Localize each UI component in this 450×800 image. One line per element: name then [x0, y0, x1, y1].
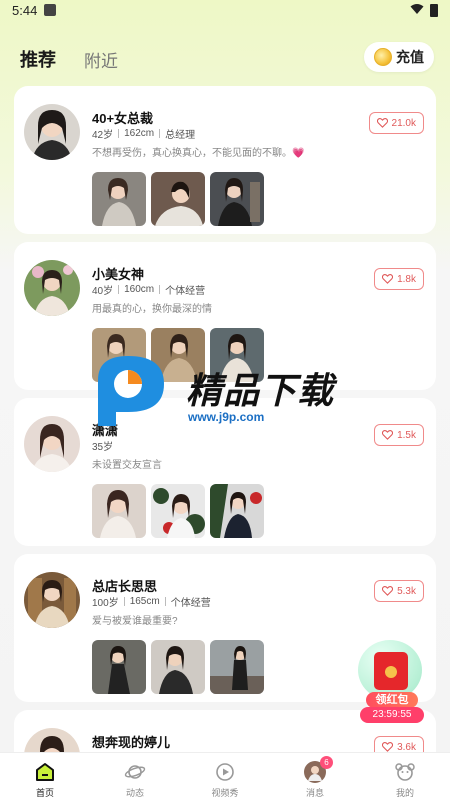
- nav-label: 视频秀: [211, 788, 239, 798]
- profile-name: 小美女神: [92, 267, 145, 282]
- profile-name: 总店长思思: [92, 579, 158, 594]
- watermark: 精品下载 www.j9p.com: [88, 350, 358, 430]
- heart-icon: [382, 274, 394, 284]
- like-count: 21.0k: [391, 117, 416, 129]
- profile-meta: 35岁: [92, 438, 113, 453]
- profile-job: 个体经营: [170, 598, 211, 609]
- like-button[interactable]: 1.5k: [374, 424, 424, 446]
- nav-label: 我的: [395, 788, 414, 798]
- photo-strip: [92, 484, 264, 538]
- like-count: 5.3k: [397, 585, 416, 597]
- photo-thumbnail[interactable]: [151, 172, 205, 226]
- nav-video[interactable]: 视频秀: [180, 753, 270, 800]
- profile-bio: 不想再受伤，真心换真心，不能见面的不聊。💗: [92, 148, 305, 159]
- profile-name: 想奔现的婷儿: [92, 735, 171, 750]
- photo-thumbnail[interactable]: [151, 484, 205, 538]
- heart-icon: [382, 742, 394, 752]
- recharge-button[interactable]: 充值: [364, 42, 434, 72]
- tab-recommend[interactable]: 推荐: [20, 46, 56, 72]
- profile-height: 162cm: [124, 128, 155, 139]
- video-icon: [216, 763, 234, 781]
- watermark-title: 精品下载: [186, 370, 335, 411]
- nav-label: 动态: [125, 788, 144, 798]
- watermark-logo-icon: [98, 356, 164, 426]
- profile-age: 40岁: [92, 286, 114, 297]
- photo-strip: [92, 640, 264, 694]
- red-envelope-icon: [374, 652, 408, 690]
- red-packet-timer: 23:59:55: [360, 707, 424, 723]
- profile-meta: 100岁 165cm 个体经营: [92, 594, 211, 609]
- nav-label: 消息: [305, 788, 324, 798]
- profile-name: 40+女总裁: [92, 111, 154, 126]
- profile-age: 100岁: [92, 598, 119, 609]
- profile-age: 35岁: [92, 442, 114, 453]
- like-count: 1.5k: [397, 429, 416, 441]
- photo-thumbnail[interactable]: [210, 172, 264, 226]
- photo-thumbnail[interactable]: [92, 484, 146, 538]
- profile-job: 个体经营: [165, 286, 206, 297]
- profile-bio: 用最真的心，换你最深的情: [92, 304, 212, 315]
- heart-icon: [382, 430, 394, 440]
- photo-strip: [92, 172, 264, 226]
- profile-bio: 未设置交友宣言: [92, 460, 162, 471]
- top-tabs: 推荐 附近: [20, 44, 118, 72]
- like-button[interactable]: 1.8k: [374, 268, 424, 290]
- home-icon: [36, 763, 54, 781]
- photo-thumbnail[interactable]: [210, 484, 264, 538]
- status-time: 5:44: [12, 3, 38, 18]
- wifi-icon: [410, 4, 424, 14]
- nav-profile[interactable]: 我的: [360, 753, 450, 800]
- watermark-url: www.j9p.com: [188, 410, 265, 424]
- profile-meta: 42岁 162cm 总经理: [92, 126, 195, 141]
- profile-height: 165cm: [129, 596, 160, 607]
- profile-meta: 40岁 160cm 个体经营: [92, 282, 205, 297]
- nav-home[interactable]: 首页: [0, 753, 90, 800]
- profile-age: 42岁: [92, 130, 114, 141]
- bottom-nav: 首页 动态 视频秀 6 消息 我的: [0, 752, 450, 800]
- photo-thumbnail[interactable]: [92, 640, 146, 694]
- like-count: 3.6k: [397, 741, 416, 753]
- status-bar: 5:44: [0, 0, 450, 22]
- coin-icon: [374, 48, 392, 66]
- photo-thumbnail[interactable]: [92, 172, 146, 226]
- planet-icon: [124, 765, 146, 779]
- profile-bio: 爱与被爱谁最重要?: [92, 616, 178, 627]
- red-packet-label: 领红包: [366, 692, 418, 708]
- like-count: 1.8k: [397, 273, 416, 285]
- message-badge: 6: [320, 756, 333, 769]
- recharge-label: 充值: [396, 49, 424, 65]
- avatar[interactable]: [24, 104, 80, 160]
- profile-height: 160cm: [124, 284, 155, 295]
- photo-thumbnail[interactable]: [151, 640, 205, 694]
- bear-icon: [395, 763, 415, 781]
- heart-icon: [376, 118, 388, 128]
- profile-job: 总经理: [165, 130, 196, 141]
- like-button[interactable]: 5.3k: [374, 580, 424, 602]
- red-packet-widget[interactable]: 领红包 23:59:55: [356, 640, 426, 723]
- like-button[interactable]: 21.0k: [368, 112, 424, 134]
- avatar[interactable]: [24, 416, 80, 472]
- photo-thumbnail[interactable]: [210, 640, 264, 694]
- profile-card[interactable]: 40+女总裁 42岁 162cm 总经理 不想再受伤，真心换真心，不能见面的不聊…: [14, 86, 436, 234]
- nav-label: 首页: [35, 788, 54, 798]
- heart-icon: [382, 586, 394, 596]
- nav-moments[interactable]: 动态: [90, 753, 180, 800]
- avatar[interactable]: [24, 260, 80, 316]
- avatar[interactable]: [24, 572, 80, 628]
- tab-nearby[interactable]: 附近: [84, 47, 118, 72]
- notification-icon: [44, 4, 56, 16]
- battery-icon: [430, 4, 438, 17]
- nav-messages[interactable]: 6 消息: [270, 753, 360, 800]
